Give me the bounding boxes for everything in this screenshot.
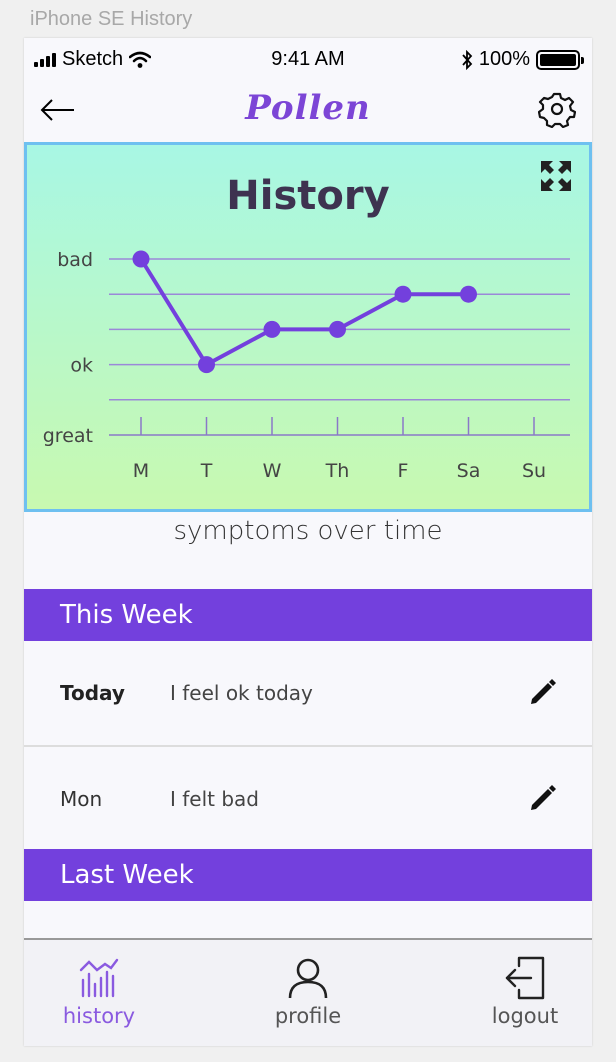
gear-icon — [538, 92, 576, 128]
entry-text: I felt bad — [170, 787, 260, 811]
series-line — [139, 257, 469, 367]
nav-bar: Pollen — [24, 80, 592, 140]
y-tick-label: great — [43, 425, 93, 447]
data-point — [460, 285, 477, 303]
x-tick-label: W — [263, 460, 282, 482]
expand-icon — [541, 161, 571, 191]
entry-row-today[interactable]: Today I feel ok today — [24, 641, 592, 745]
tab-label: profile — [274, 1004, 342, 1028]
data-point — [132, 250, 150, 268]
tab-profile[interactable]: profile — [233, 940, 383, 1046]
x-tick-label: Th — [325, 460, 350, 482]
settings-button[interactable] — [538, 90, 576, 128]
this-week-header: This Week — [24, 589, 592, 641]
expand-button[interactable] — [539, 159, 573, 193]
logout-icon — [505, 956, 545, 1000]
data-point — [329, 320, 346, 338]
entry-day: Mon — [60, 787, 103, 811]
pencil-icon — [531, 785, 556, 810]
bluetooth-icon — [462, 49, 473, 70]
entry-row-mon[interactable]: Mon I felt bad — [24, 747, 592, 851]
history-chart-panel: M T W Th F Sa Su great ok bad History — [24, 142, 592, 512]
last-week-header: Last Week — [24, 849, 592, 901]
battery-level — [540, 53, 576, 66]
frame-title: iPhone SE History — [30, 8, 193, 30]
data-point — [394, 285, 412, 303]
user-icon — [288, 958, 328, 999]
entry-day: Today — [60, 681, 125, 705]
tab-logout[interactable]: logout — [450, 940, 592, 1046]
pencil-icon — [531, 679, 556, 704]
edit-entry-button[interactable] — [528, 677, 558, 707]
tab-label: history — [62, 1004, 136, 1028]
y-tick-label: ok — [70, 355, 93, 377]
tab-bar: history profile logout — [24, 938, 592, 1046]
tab-label: logout — [491, 1004, 559, 1028]
data-point — [263, 320, 281, 338]
entry-text: I feel ok today — [170, 681, 313, 705]
app-logo: Pollen — [245, 88, 371, 128]
edit-entry-button[interactable] — [528, 783, 558, 813]
battery-icon — [536, 49, 584, 70]
status-right: 100% — [461, 48, 584, 71]
chart-caption: symptoms over time — [173, 516, 443, 546]
battery-percent: 100% — [478, 48, 530, 70]
phone-screen: Sketch 9:41 AM 100% Pollen M T W Th F Sa… — [24, 38, 592, 1046]
status-bar: Sketch 9:41 AM 100% — [24, 38, 592, 80]
x-tick-label: Su — [522, 460, 546, 482]
tab-history[interactable]: history — [24, 940, 174, 1046]
x-tick-label: M — [133, 460, 149, 482]
x-tick-label: T — [200, 460, 213, 482]
chart-title: History — [226, 173, 390, 219]
x-tick-label: F — [398, 460, 409, 482]
data-point — [198, 356, 215, 374]
y-tick-label: bad — [57, 249, 93, 271]
x-tick-label: Sa — [457, 460, 481, 482]
history-chart-icon — [79, 958, 119, 998]
